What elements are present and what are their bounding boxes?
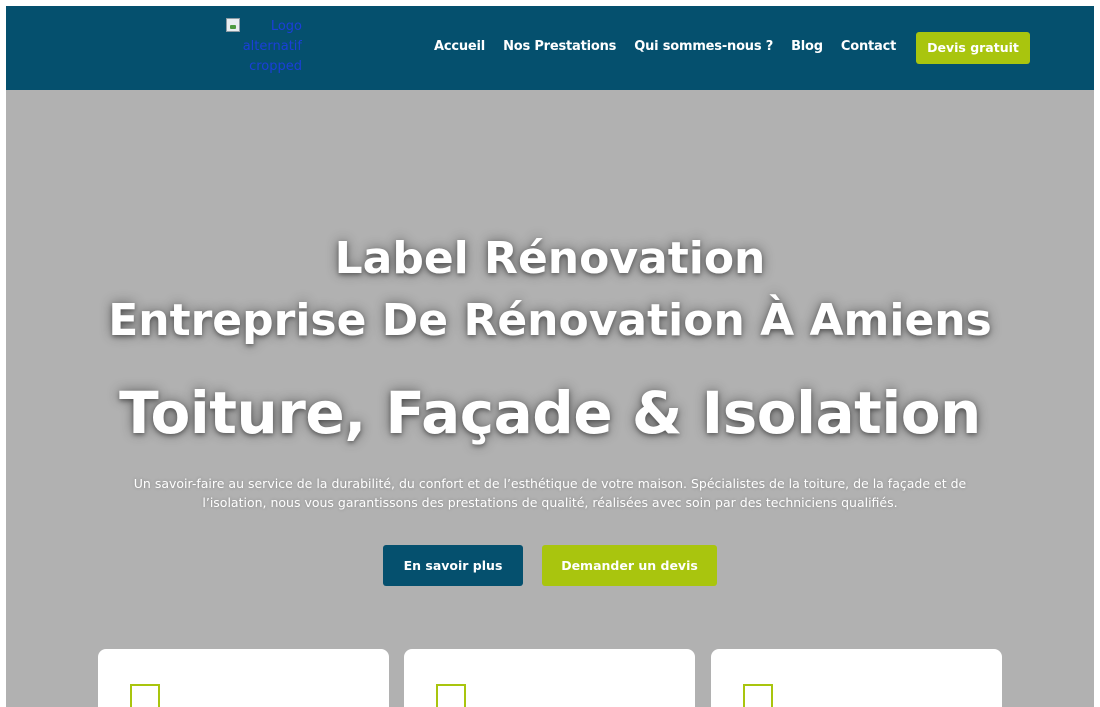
service-icon bbox=[130, 684, 160, 707]
hero-title-line-2: Entreprise De Rénovation À Amiens bbox=[108, 295, 992, 346]
service-card-2[interactable] bbox=[404, 649, 695, 707]
service-icon bbox=[436, 684, 466, 707]
hero-headline: Toiture, Façade & Isolation bbox=[119, 379, 981, 447]
nav-link-contact[interactable]: Contact bbox=[841, 39, 896, 54]
demander-un-devis-button[interactable]: Demander un devis bbox=[542, 545, 717, 586]
hero-title-line-1: Label Rénovation bbox=[334, 233, 766, 284]
nav-link-qui-sommes-nous[interactable]: Qui sommes-nous ? bbox=[634, 39, 773, 54]
site-header: Logo alternatif cropped Accueil Nos Pres… bbox=[6, 6, 1094, 90]
service-icon bbox=[743, 684, 773, 707]
en-savoir-plus-button[interactable]: En savoir plus bbox=[383, 545, 523, 586]
page-frame: Logo alternatif cropped Accueil Nos Pres… bbox=[6, 6, 1094, 707]
main-navigation: Accueil Nos Prestations Qui sommes-nous … bbox=[434, 39, 896, 54]
service-card-3[interactable] bbox=[711, 649, 1002, 707]
service-card-1[interactable] bbox=[98, 649, 389, 707]
broken-image-icon bbox=[226, 18, 240, 32]
devis-gratuit-button[interactable]: Devis gratuit bbox=[916, 32, 1030, 64]
nav-link-blog[interactable]: Blog bbox=[791, 39, 823, 54]
nav-link-nos-prestations[interactable]: Nos Prestations bbox=[503, 39, 616, 54]
hero-description: Un savoir-faire au service de la durabil… bbox=[133, 476, 967, 510]
nav-link-accueil[interactable]: Accueil bbox=[434, 39, 485, 54]
site-logo[interactable]: Logo alternatif cropped bbox=[226, 17, 302, 77]
